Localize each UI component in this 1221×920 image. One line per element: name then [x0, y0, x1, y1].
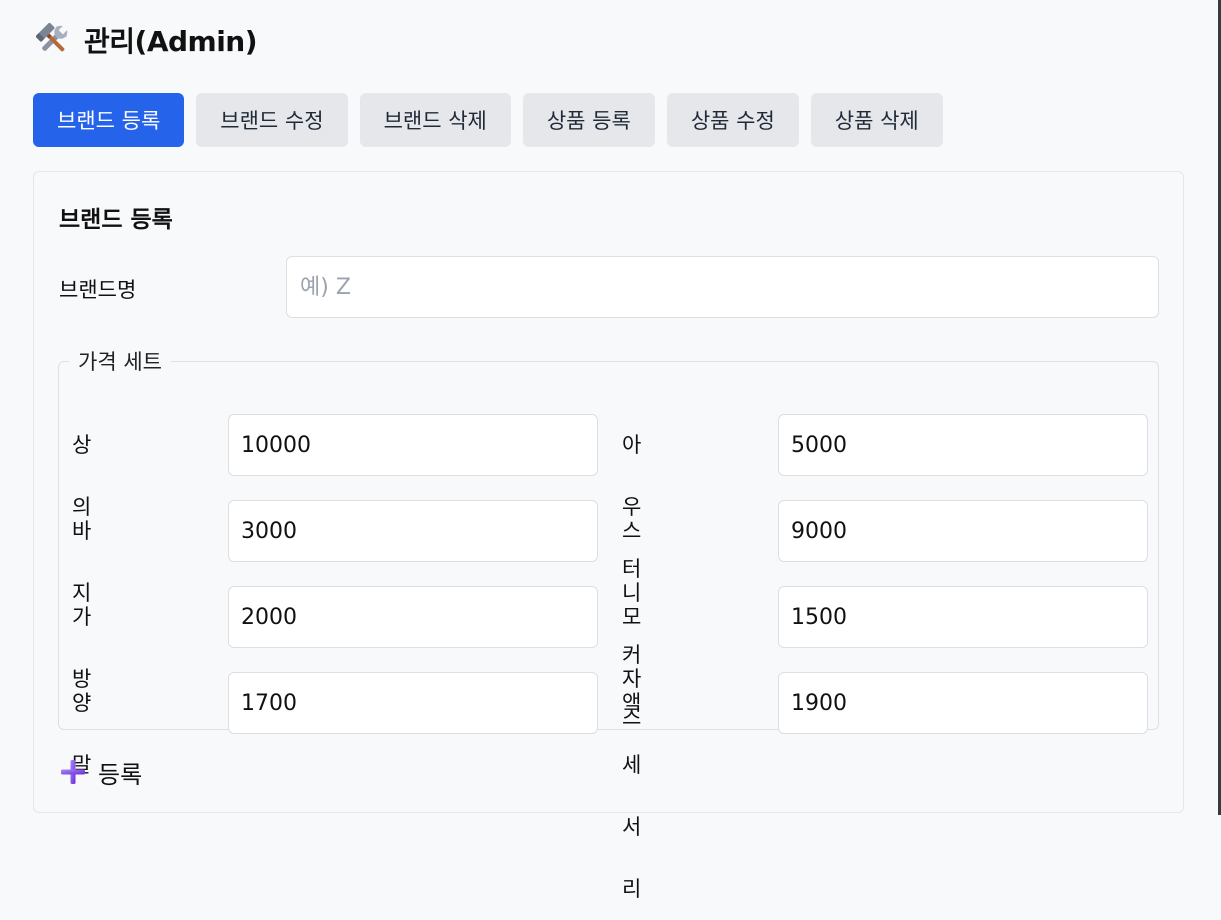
tab-product-delete[interactable]: 상품 삭제 — [810, 93, 943, 147]
register-button[interactable]: 등록 — [60, 752, 142, 792]
price-input-accessory[interactable] — [778, 672, 1148, 734]
tab-product-create[interactable]: 상품 등록 — [522, 93, 655, 147]
brand-create-panel: 브랜드 등록 브랜드명 가격 세트 상의 아우터 바지 스니커즈 가방 모자 양… — [33, 171, 1184, 901]
page-title: 관리(Admin) — [84, 25, 258, 58]
price-label-hat: 모자 — [622, 605, 642, 691]
price-set-legend: 가격 세트 — [78, 350, 162, 374]
tab-product-edit[interactable]: 상품 수정 — [666, 93, 799, 147]
price-label-top: 상의 — [72, 433, 92, 519]
hammer-and-wrench-icon — [36, 23, 68, 52]
panel-title: 브랜드 등록 — [59, 207, 173, 233]
plus-icon — [61, 760, 85, 784]
brand-name-label: 브랜드명 — [59, 278, 137, 302]
register-button-label: 등록 — [98, 760, 143, 789]
price-label-pants: 바지 — [72, 519, 92, 605]
tab-brand-edit[interactable]: 브랜드 수정 — [196, 93, 348, 147]
price-label-outer: 아우터 — [622, 433, 642, 581]
price-label-sneakers: 스니커즈 — [622, 519, 642, 729]
price-set-fieldset: 가격 세트 상의 아우터 바지 스니커즈 가방 모자 양말 액세서리 — [58, 346, 1159, 901]
page-header: 관리(Admin) — [36, 20, 258, 60]
price-input-sneakers[interactable] — [778, 500, 1148, 562]
price-input-top[interactable] — [228, 414, 598, 476]
brand-name-input[interactable] — [286, 256, 1159, 318]
price-input-outer[interactable] — [778, 414, 1148, 476]
price-label-socks: 양말 — [72, 691, 92, 777]
price-label-bag: 가방 — [72, 605, 92, 691]
price-input-pants[interactable] — [228, 500, 598, 562]
tab-brand-delete[interactable]: 브랜드 삭제 — [359, 93, 511, 147]
tab-bar: 브랜드 등록 브랜드 수정 브랜드 삭제 상품 등록 상품 수정 상품 삭제 — [33, 93, 943, 147]
tab-brand-create[interactable]: 브랜드 등록 — [33, 93, 185, 147]
price-input-hat[interactable] — [778, 586, 1148, 648]
price-label-accessory: 액세서리 — [622, 691, 642, 901]
price-input-socks[interactable] — [228, 672, 598, 734]
price-input-bag[interactable] — [228, 586, 598, 648]
